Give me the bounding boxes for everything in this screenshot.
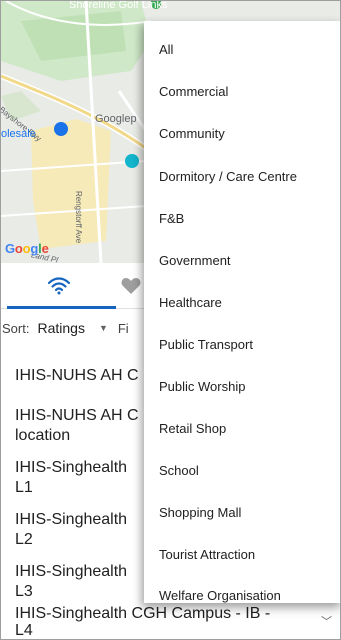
menu-item-welfare-organisation[interactable]: Welfare Organisation	[159, 588, 281, 603]
list-item-continued[interactable]: L4	[15, 621, 325, 639]
category-menu: All Commercial Community Dormitory / Car…	[144, 21, 340, 603]
menu-item-fnb[interactable]: F&B	[159, 211, 184, 226]
menu-item-commercial[interactable]: Commercial	[159, 84, 228, 99]
sort-select[interactable]: Ratings	[37, 320, 84, 336]
menu-item-government[interactable]: Government	[159, 253, 231, 268]
menu-item-tourist-attraction[interactable]: Tourist Attraction	[159, 547, 255, 562]
map-label-golf: Shoreline Golf Links	[69, 1, 168, 11]
map-label-googleplex: Googlep	[95, 113, 137, 125]
map-label-wholesale: olesale	[1, 128, 36, 140]
filter-label[interactable]: Fi	[118, 321, 129, 336]
map-label-street: Rengstorff Ave	[74, 191, 83, 244]
menu-item-public-transport[interactable]: Public Transport	[159, 337, 253, 352]
menu-item-dormitory[interactable]: Dormitory / Care Centre	[159, 169, 297, 184]
tab-nearby[interactable]	[1, 263, 116, 309]
menu-item-school[interactable]: School	[159, 463, 199, 478]
app-screen: Shoreline Golf Links Bayshore Fwy Google…	[0, 0, 341, 640]
menu-item-community[interactable]: Community	[159, 126, 225, 141]
menu-item-healthcare[interactable]: Healthcare	[159, 295, 222, 310]
menu-item-retail-shop[interactable]: Retail Shop	[159, 421, 226, 436]
google-logo: Google	[5, 241, 49, 256]
wifi-icon	[47, 277, 70, 295]
caret-down-icon[interactable]: ▼	[99, 323, 108, 333]
menu-item-all[interactable]: All	[159, 42, 173, 57]
shopping-pin-icon[interactable]	[54, 122, 68, 136]
chevron-down-icon[interactable]: ﹀	[321, 613, 332, 629]
place-pin-icon[interactable]	[125, 154, 139, 168]
active-tab-indicator	[7, 306, 116, 309]
tab-favourites[interactable]	[116, 263, 146, 309]
sort-label: Sort:	[2, 320, 30, 336]
heart-icon	[121, 278, 141, 294]
menu-item-public-worship[interactable]: Public Worship	[159, 379, 245, 394]
menu-item-shopping-mall[interactable]: Shopping Mall	[159, 505, 241, 520]
